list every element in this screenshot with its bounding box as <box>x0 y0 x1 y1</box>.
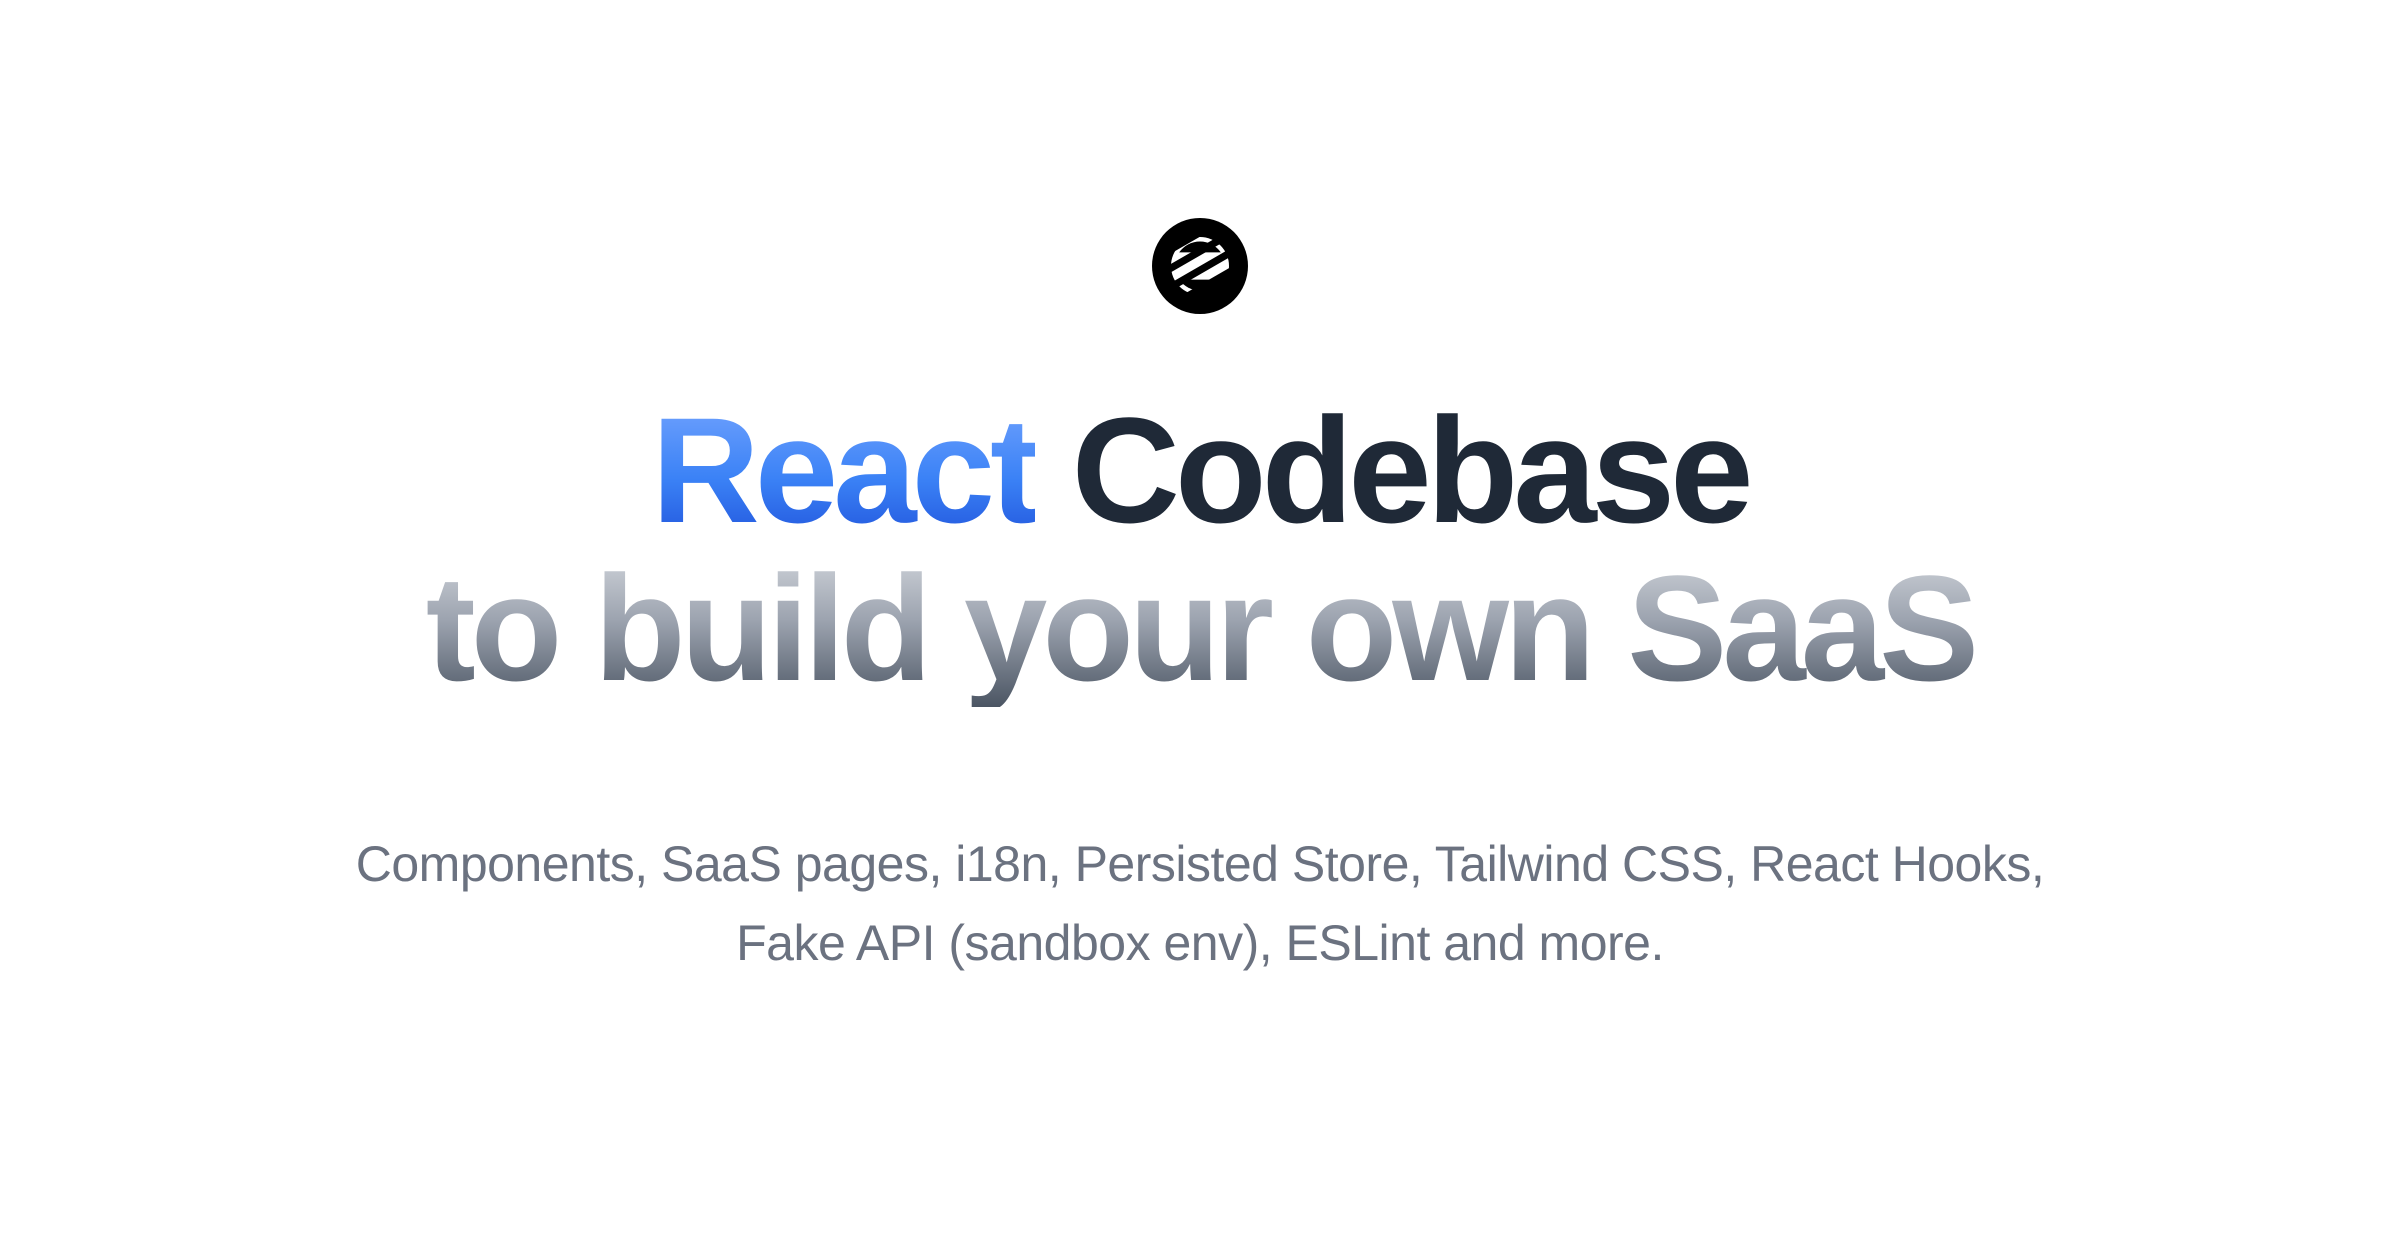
headline-word-react: React <box>651 386 1035 554</box>
stripes-s-icon <box>1171 237 1229 295</box>
hero-subtitle: Components, SaaS pages, i18n, Persisted … <box>310 825 2090 983</box>
hero-headline: React Codebase to build your own SaaS <box>426 392 1974 707</box>
headline-line-2: to build your own SaaS <box>426 550 1974 708</box>
brand-logo <box>1152 218 1248 314</box>
headline-word-codebase: Codebase <box>1035 386 1749 554</box>
headline-line-1: React Codebase <box>426 392 1974 550</box>
